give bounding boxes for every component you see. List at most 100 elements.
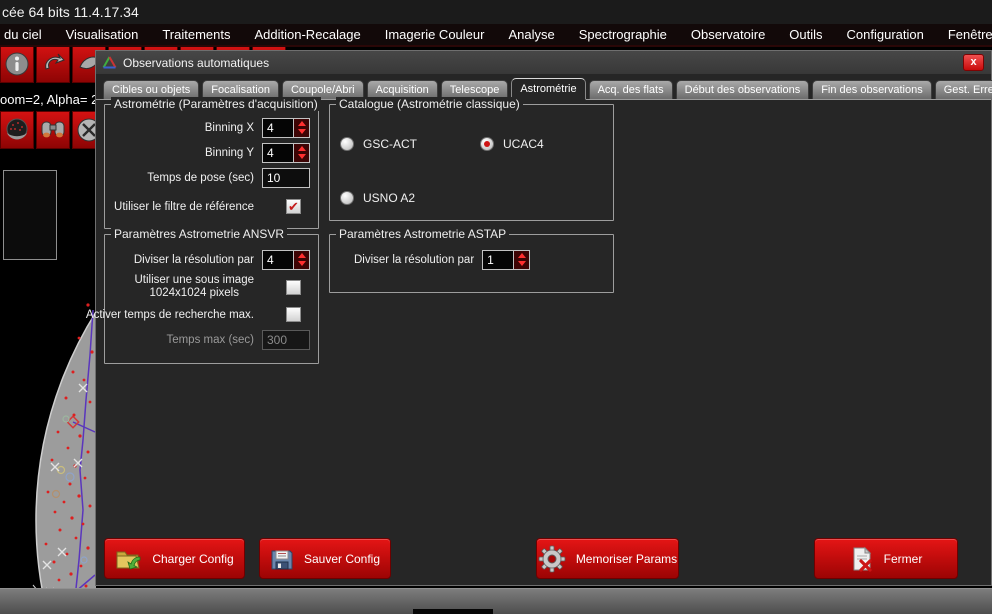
- radio-label: UCAC4: [503, 137, 544, 151]
- button-label: Memoriser Params: [576, 552, 677, 566]
- spin-down-icon[interactable]: [518, 261, 526, 266]
- spinner-arrows[interactable]: [293, 119, 309, 137]
- radio-gsc-act[interactable]: GSC-ACT: [340, 137, 417, 151]
- binning-x-spinner[interactable]: 4: [262, 118, 310, 138]
- spin-up-icon[interactable]: [518, 253, 526, 258]
- app-window: cée 64 bits 11.4.17.34 du ciel Visualisa…: [0, 0, 992, 614]
- exposure-label: Temps de pose (sec): [147, 172, 254, 184]
- ansvr-divide-value: 4: [263, 251, 293, 269]
- max-time-label: Temps max (sec): [166, 334, 254, 346]
- spin-up-icon[interactable]: [298, 146, 306, 151]
- radio-icon[interactable]: [340, 137, 354, 151]
- spin-up-icon[interactable]: [298, 121, 306, 126]
- open-folder-icon: [115, 547, 142, 571]
- ansvr-divide-label: Diviser la résolution par: [134, 254, 254, 266]
- menu-bar: du ciel Visualisation Traitements Additi…: [0, 24, 992, 47]
- exposure-input[interactable]: [262, 168, 310, 188]
- subimage-label-line2: 1024x1024 pixels: [149, 287, 239, 299]
- dialog-title: Observations automatiques: [123, 56, 269, 70]
- group-title: Astrométrie (Paramètres d'acquisition): [111, 97, 321, 111]
- menu-item-observatoire[interactable]: Observatoire: [679, 25, 777, 44]
- group-astrometrie-acquisition: Astrométrie (Paramètres d'acquisition) B…: [104, 104, 319, 229]
- astap-divide-label: Diviser la résolution par: [354, 254, 474, 266]
- group-title: Catalogue (Astrométrie classique): [336, 97, 523, 111]
- spin-down-icon[interactable]: [298, 154, 306, 159]
- radio-label: GSC-ACT: [363, 137, 417, 151]
- gear-icon: [538, 545, 566, 573]
- group-astap: Paramètres Astrometrie ASTAP Diviser la …: [329, 234, 614, 293]
- menu-item-outils[interactable]: Outils: [777, 25, 834, 44]
- status-bar: [0, 588, 992, 614]
- radio-icon[interactable]: [340, 191, 354, 205]
- info-button[interactable]: [0, 45, 34, 83]
- side-panel: [3, 170, 57, 260]
- astap-divide-value: 1: [483, 251, 513, 269]
- group-title: Paramètres Astrometrie ASTAP: [336, 227, 509, 241]
- max-time-input[interactable]: [262, 330, 310, 350]
- radio-usno-a2[interactable]: USNO A2: [340, 191, 415, 205]
- toolbar-row-2: [0, 111, 106, 149]
- search-button[interactable]: [36, 111, 70, 149]
- menu-item-traitements[interactable]: Traitements: [150, 25, 242, 44]
- menu-item-du-ciel[interactable]: du ciel: [0, 25, 54, 44]
- zoom-status-text: oom=2, Alpha= 2: [0, 92, 96, 107]
- floppy-disk-icon: [270, 547, 294, 571]
- status-bar-notch: [413, 609, 493, 614]
- spinner-arrows[interactable]: [293, 251, 309, 269]
- binning-y-value: 4: [263, 144, 293, 162]
- starfield-button[interactable]: [0, 111, 34, 149]
- spinner-arrows[interactable]: [293, 144, 309, 162]
- tab-acq-des-flats[interactable]: Acq. des flats: [589, 80, 673, 99]
- binning-y-label: Binning Y: [205, 147, 254, 159]
- undo-button[interactable]: [36, 45, 70, 83]
- subimage-label: Utiliser une sous image 1024x1024 pixels: [134, 274, 254, 300]
- menu-item-analyse[interactable]: Analyse: [496, 25, 566, 44]
- menu-item-visualisation[interactable]: Visualisation: [54, 25, 151, 44]
- dialog-close-button[interactable]: x: [963, 54, 984, 71]
- memorize-params-button[interactable]: Memoriser Params: [536, 538, 679, 579]
- menu-item-configuration[interactable]: Configuration: [835, 25, 936, 44]
- spinner-arrows[interactable]: [513, 251, 529, 269]
- menu-item-addition-recalage[interactable]: Addition-Recalage: [243, 25, 373, 44]
- binning-x-label: Binning X: [205, 122, 254, 134]
- window-title: cée 64 bits 11.4.17.34: [2, 4, 139, 20]
- group-ansvr: Paramètres Astrometrie ANSVR Diviser la …: [104, 234, 319, 364]
- group-title: Paramètres Astrometrie ANSVR: [111, 227, 287, 241]
- binning-x-value: 4: [263, 119, 293, 137]
- tab-fin-des-observations[interactable]: Fin des observations: [812, 80, 932, 99]
- window-titlebar: cée 64 bits 11.4.17.34: [0, 0, 992, 24]
- undo-arrow-icon: [40, 51, 66, 77]
- astap-divide-spinner[interactable]: 1: [482, 250, 530, 270]
- zoom-status-strip: oom=2, Alpha= 2: [0, 88, 96, 110]
- spin-up-icon[interactable]: [298, 253, 306, 258]
- ref-filter-checkbox[interactable]: [286, 199, 301, 214]
- starfield-icon: [4, 117, 30, 143]
- subimage-label-line1: Utiliser une sous image: [134, 274, 254, 286]
- group-catalogue: Catalogue (Astrométrie classique) GSC-AC…: [329, 104, 614, 221]
- radio-icon[interactable]: [480, 137, 494, 151]
- menu-item-spectrographie[interactable]: Spectrographie: [567, 25, 679, 44]
- button-label: Fermer: [884, 552, 923, 566]
- dialog-titlebar: Observations automatiques x: [96, 51, 991, 74]
- save-config-button[interactable]: Sauver Config: [259, 538, 391, 579]
- menu-item-imagerie-couleur[interactable]: Imagerie Couleur: [373, 25, 497, 44]
- radio-ucac4[interactable]: UCAC4: [480, 137, 544, 151]
- subimage-checkbox[interactable]: [286, 280, 301, 295]
- binoculars-icon: [39, 118, 67, 142]
- menu-item-fenetres[interactable]: Fenêtres: [936, 25, 992, 44]
- binning-y-spinner[interactable]: 4: [262, 143, 310, 163]
- tab-gest-erreur[interactable]: Gest. Erreur: [935, 80, 992, 99]
- max-search-label: Activer temps de recherche max.: [86, 309, 254, 321]
- spin-down-icon[interactable]: [298, 261, 306, 266]
- tab-debut-des-observations[interactable]: Début des observations: [676, 80, 810, 99]
- spin-down-icon[interactable]: [298, 129, 306, 134]
- button-label: Sauver Config: [304, 552, 380, 566]
- radio-label: USNO A2: [363, 191, 415, 205]
- button-label: Charger Config: [152, 552, 233, 566]
- close-dialog-button[interactable]: Fermer: [814, 538, 958, 579]
- max-search-checkbox[interactable]: [286, 307, 301, 322]
- document-close-icon: [850, 546, 874, 572]
- ref-filter-label: Utiliser le filtre de référence: [114, 201, 254, 213]
- load-config-button[interactable]: Charger Config: [104, 538, 245, 579]
- ansvr-divide-spinner[interactable]: 4: [262, 250, 310, 270]
